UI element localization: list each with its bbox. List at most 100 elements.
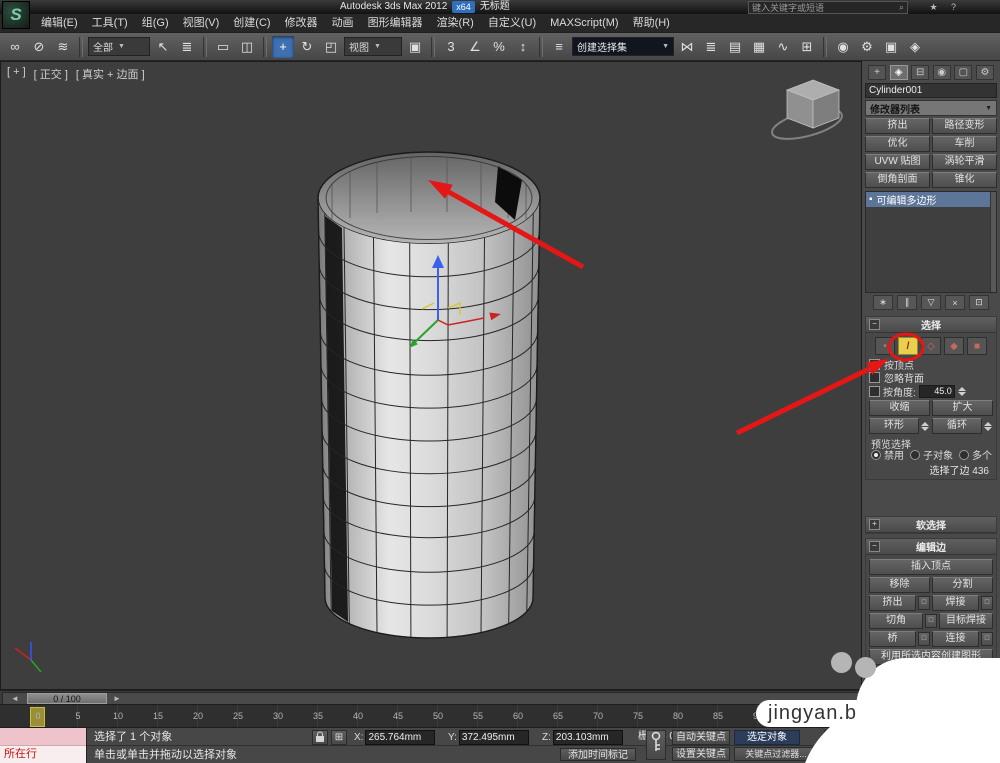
vertex-mode-button[interactable]: • <box>875 337 895 355</box>
modifier-set-button[interactable]: 车削 <box>932 136 997 152</box>
menu-item-9[interactable]: 自定义(U) <box>481 14 543 32</box>
modifier-set-button[interactable]: 倒角剖面 <box>865 172 930 188</box>
rendered-frame-button[interactable]: ▣ <box>880 36 902 58</box>
layer-manager-button[interactable]: ▤ <box>724 36 746 58</box>
tab-hierarchy[interactable]: ⊟ <box>911 65 929 80</box>
previous-frame-arrow[interactable]: ◄ <box>9 693 21 704</box>
unlink-selection-button[interactable]: ⊘ <box>28 36 50 58</box>
make-unique-button[interactable]: ▽ <box>921 295 941 310</box>
graphite-toggle-button[interactable]: ▦ <box>748 36 770 58</box>
target-weld-button[interactable]: 目标焊接 <box>939 613 993 629</box>
perspective-viewport[interactable]: [ + ] [ 正交 ] [ 真实 + 边面 ] <box>0 61 862 690</box>
select-object-button[interactable]: ↖ <box>152 36 174 58</box>
weld-button[interactable]: 焊接 <box>932 595 979 611</box>
select-and-link-button[interactable]: ∞ <box>4 36 26 58</box>
selected-filter-dropdown[interactable]: 选定对象 <box>734 730 800 745</box>
menu-item-5[interactable]: 修改器 <box>278 14 325 32</box>
by-vertex-checkbox[interactable]: 按顶点 <box>869 358 993 370</box>
edge-mode-button[interactable]: / <box>898 337 918 355</box>
x-coordinate-field[interactable]: 265.764mm <box>365 730 435 745</box>
radio-subobject[interactable]: 子对象 <box>910 447 953 462</box>
ignore-backfacing-checkbox[interactable]: 忽略背面 <box>869 371 993 383</box>
menu-item-3[interactable]: 视图(V) <box>176 14 227 32</box>
viewport-canvas[interactable] <box>1 62 861 689</box>
by-angle-checkbox[interactable] <box>869 386 880 397</box>
listener-line[interactable]: 所在行 <box>0 746 86 763</box>
modifier-set-button[interactable]: 路径变形 <box>932 118 997 134</box>
select-and-scale-button[interactable]: ◰ <box>320 36 342 58</box>
menu-item-8[interactable]: 渲染(R) <box>430 14 481 32</box>
material-editor-button[interactable]: ◉ <box>832 36 854 58</box>
radio-disabled[interactable]: 禁用 <box>871 447 904 462</box>
bridge-button[interactable]: 桥 <box>869 631 916 647</box>
cylinder-mesh[interactable] <box>318 152 540 638</box>
chamfer-button[interactable]: 切角 <box>869 613 923 629</box>
curve-editor-button[interactable]: ∿ <box>772 36 794 58</box>
rectangular-selection-region-button[interactable]: ▭ <box>212 36 234 58</box>
render-setup-button[interactable]: ⚙ <box>856 36 878 58</box>
tab-utilities[interactable]: ⚙ <box>976 65 994 80</box>
modifier-set-button[interactable]: 涡轮平滑 <box>932 154 997 170</box>
tab-modify[interactable]: ◈ <box>890 65 908 80</box>
menu-item-0[interactable]: 编辑(E) <box>34 14 85 32</box>
selection-filter-dropdown[interactable]: 全部 ▼ <box>88 37 150 56</box>
search-input[interactable]: 键入关键字或短语 ⌕ <box>748 1 908 14</box>
grow-button[interactable]: 扩大 <box>932 400 993 416</box>
modifier-stack[interactable]: ▪ 可编辑多边形 <box>865 191 997 293</box>
shrink-button[interactable]: 收缩 <box>869 400 930 416</box>
soft-selection-rollout-header[interactable]: + 软选择 <box>866 517 996 533</box>
view-cube[interactable] <box>769 80 845 145</box>
select-and-move-button[interactable]: + <box>272 36 294 58</box>
set-key-toggle-button[interactable] <box>646 730 666 760</box>
bind-to-space-warp-button[interactable]: ≋ <box>52 36 74 58</box>
snaps-toggle-button[interactable]: 3 <box>440 36 462 58</box>
configure-modifier-sets-button[interactable]: ⊡ <box>969 295 989 310</box>
reference-coordinate-dropdown[interactable]: 视图 ▼ <box>344 37 402 56</box>
maxscript-mini-listener[interactable]: 所在行 <box>0 728 87 763</box>
auto-key-button[interactable]: 自动关键点 <box>672 730 730 745</box>
modifier-set-button[interactable]: 锥化 <box>932 172 997 188</box>
show-end-result-button[interactable]: ∥ <box>897 295 917 310</box>
remove-button[interactable]: 移除 <box>869 577 930 593</box>
tab-create[interactable]: + <box>868 65 886 80</box>
weld-settings-button[interactable]: □ <box>981 596 993 610</box>
stack-scrollbar[interactable] <box>990 192 996 292</box>
y-coordinate-field[interactable]: 372.495mm <box>459 730 529 745</box>
object-name-field[interactable]: Cylinder001 <box>865 83 997 98</box>
border-mode-button[interactable]: ◇ <box>921 337 941 355</box>
ring-spinner[interactable] <box>921 422 930 431</box>
remove-modifier-button[interactable]: × <box>945 295 965 310</box>
app-logo[interactable]: S <box>2 1 30 29</box>
polygon-mode-button[interactable]: ◆ <box>944 337 964 355</box>
viewport-menu-pov[interactable]: [ 正交 ] <box>34 66 68 82</box>
menu-item-6[interactable]: 动画 <box>325 14 361 32</box>
help-button[interactable]: ? <box>947 1 960 13</box>
select-and-rotate-button[interactable]: ↻ <box>296 36 318 58</box>
add-time-tag-button[interactable]: 添加时间标记 <box>560 748 636 761</box>
edit-edges-rollout-header[interactable]: − 编辑边 <box>866 539 996 555</box>
set-key-button[interactable]: 设置关键点 <box>672 747 730 761</box>
window-crossing-button[interactable]: ◫ <box>236 36 258 58</box>
percent-snap-button[interactable]: % <box>488 36 510 58</box>
split-button[interactable]: 分割 <box>932 577 993 593</box>
modifier-list-dropdown[interactable]: 修改器列表 ▼ <box>865 100 997 116</box>
angle-snap-button[interactable]: ∠ <box>464 36 486 58</box>
menu-item-7[interactable]: 图形编辑器 <box>361 14 430 32</box>
stack-item-editable-poly[interactable]: ▪ 可编辑多边形 <box>866 192 996 207</box>
menu-item-2[interactable]: 组(G) <box>135 14 176 32</box>
next-frame-arrow[interactable]: ► <box>111 693 123 704</box>
extrude-button[interactable]: 挤出 <box>869 595 916 611</box>
named-selection-dropdown[interactable]: 创建选择集 ▼ <box>572 37 674 56</box>
communication-center-button[interactable]: ★ <box>927 1 940 13</box>
modifier-set-button[interactable]: 挤出 <box>865 118 930 134</box>
tab-display[interactable]: ▢ <box>954 65 972 80</box>
menu-item-11[interactable]: 帮助(H) <box>626 14 677 32</box>
modifier-set-button[interactable]: 优化 <box>865 136 930 152</box>
chamfer-settings-button[interactable]: □ <box>925 614 937 628</box>
element-mode-button[interactable]: ■ <box>967 337 987 355</box>
menu-item-10[interactable]: MAXScript(M) <box>543 14 625 32</box>
insert-vertex-button[interactable]: 插入顶点 <box>869 559 993 575</box>
loop-button[interactable]: 循环 <box>932 418 982 434</box>
render-production-button[interactable]: ◈ <box>904 36 926 58</box>
modifier-set-button[interactable]: UVW 贴图 <box>865 154 930 170</box>
